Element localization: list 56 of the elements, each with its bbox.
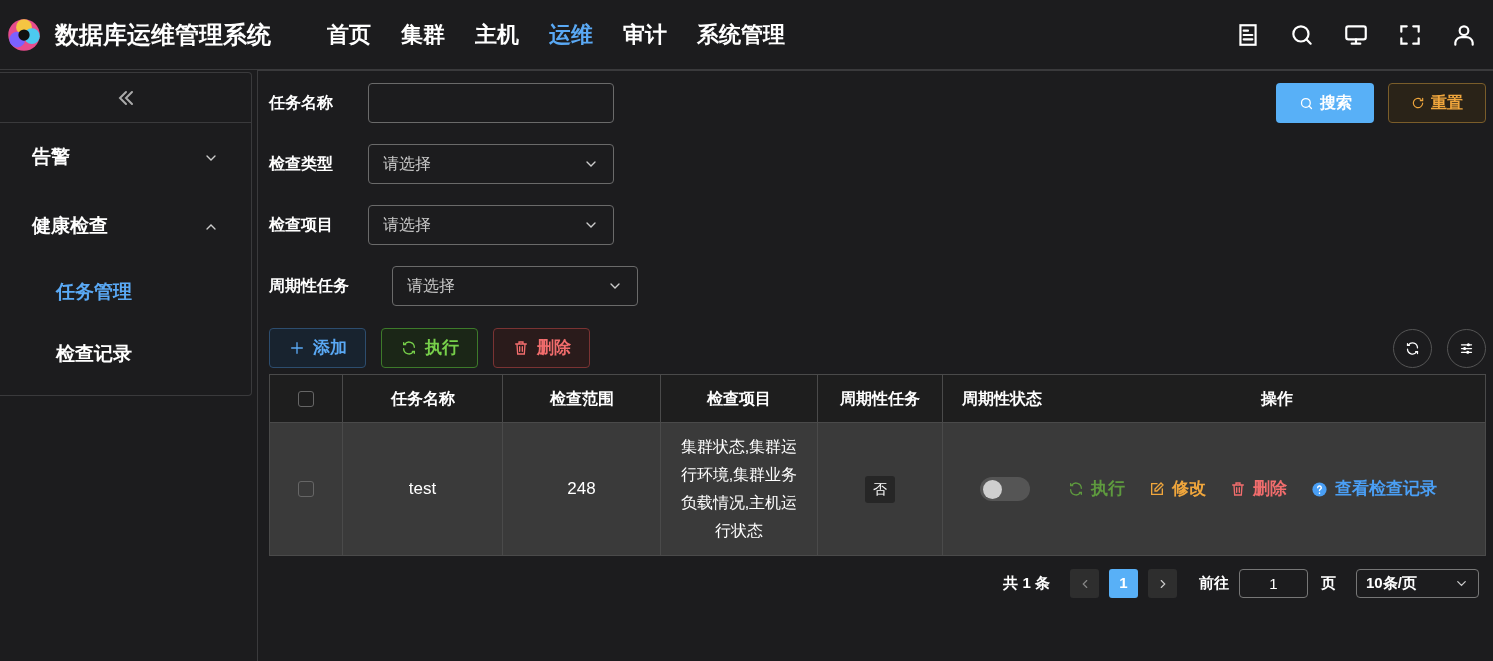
nav-tab[interactable]: 系统管理 [697,18,785,51]
toolbar-button[interactable]: 执行 [381,328,478,368]
refresh-icon [1411,96,1425,110]
menu-item[interactable]: 任务管理 [56,277,132,307]
column-header: 任务名称 [390,388,455,409]
field-label: 检查类型 [269,154,334,174]
menu-group[interactable]: 告警 [32,143,70,172]
action-link[interactable]: 查看检查记录 [1311,476,1437,502]
nav-tab[interactable]: 首页 [327,18,371,51]
column-header: 周期性状态 [962,388,1042,409]
nav-tab[interactable]: 审计 [623,18,667,51]
toolbar-button[interactable]: 删除 [493,328,590,368]
input-field[interactable] [368,83,614,123]
page-size-select[interactable]: 10条/页 [1356,569,1479,598]
select-field[interactable]: 请选择 [368,144,614,184]
refresh-icon [1068,481,1084,497]
app-title: 数据库运维管理系统 [55,19,271,50]
select-field[interactable]: 请选择 [392,266,638,306]
select-field[interactable]: 请选择 [368,205,614,245]
column-header: 检查项目 [707,388,771,409]
nav-tab[interactable]: 主机 [475,18,519,51]
column-header: 周期性任务 [840,388,920,409]
trash-icon [512,340,529,356]
nav-tab[interactable]: 运维 [549,18,593,51]
edit-icon [1149,481,1165,497]
field-label: 任务名称 [269,93,334,113]
toolbar-button[interactable]: 添加 [269,328,366,368]
column-header: 操作 [1260,388,1293,409]
status-tag: 否 [865,475,895,503]
field-label: 检查项目 [269,215,334,235]
refresh-icon [1405,340,1420,356]
trash-icon [1230,481,1246,497]
goto-label: 前往 [1199,573,1229,594]
plus-icon [288,340,305,356]
reset-button[interactable]: 重置 [1388,83,1486,123]
column-header: 检查范围 [549,388,614,409]
table-cell-text: 248 [567,478,596,501]
field-label: 周期性任务 [269,276,350,296]
table-cell-text: 集群状态,集群运行环境,集群业务负载情况,主机运行状态 [679,437,799,541]
nav-tab[interactable]: 集群 [401,18,445,51]
checkbox[interactable] [298,481,314,497]
logo-icon [6,16,42,53]
total-count: 共 1 条 [1003,573,1050,594]
menu-group[interactable]: 健康检查 [32,212,108,241]
page-input[interactable]: 1 [1239,569,1308,598]
search-icon [1298,95,1314,111]
menu-item[interactable]: 检查记录 [56,339,132,369]
help-icon [1311,480,1328,498]
toggle-switch[interactable] [980,477,1030,501]
page-unit-label: 页 [1321,573,1336,594]
sliders-icon [1459,340,1474,356]
table-cell-text: test [408,478,437,501]
refresh-icon [400,340,417,356]
action-link[interactable]: 修改 [1149,476,1206,502]
action-link[interactable]: 删除 [1230,476,1287,502]
checkbox[interactable] [298,390,314,407]
